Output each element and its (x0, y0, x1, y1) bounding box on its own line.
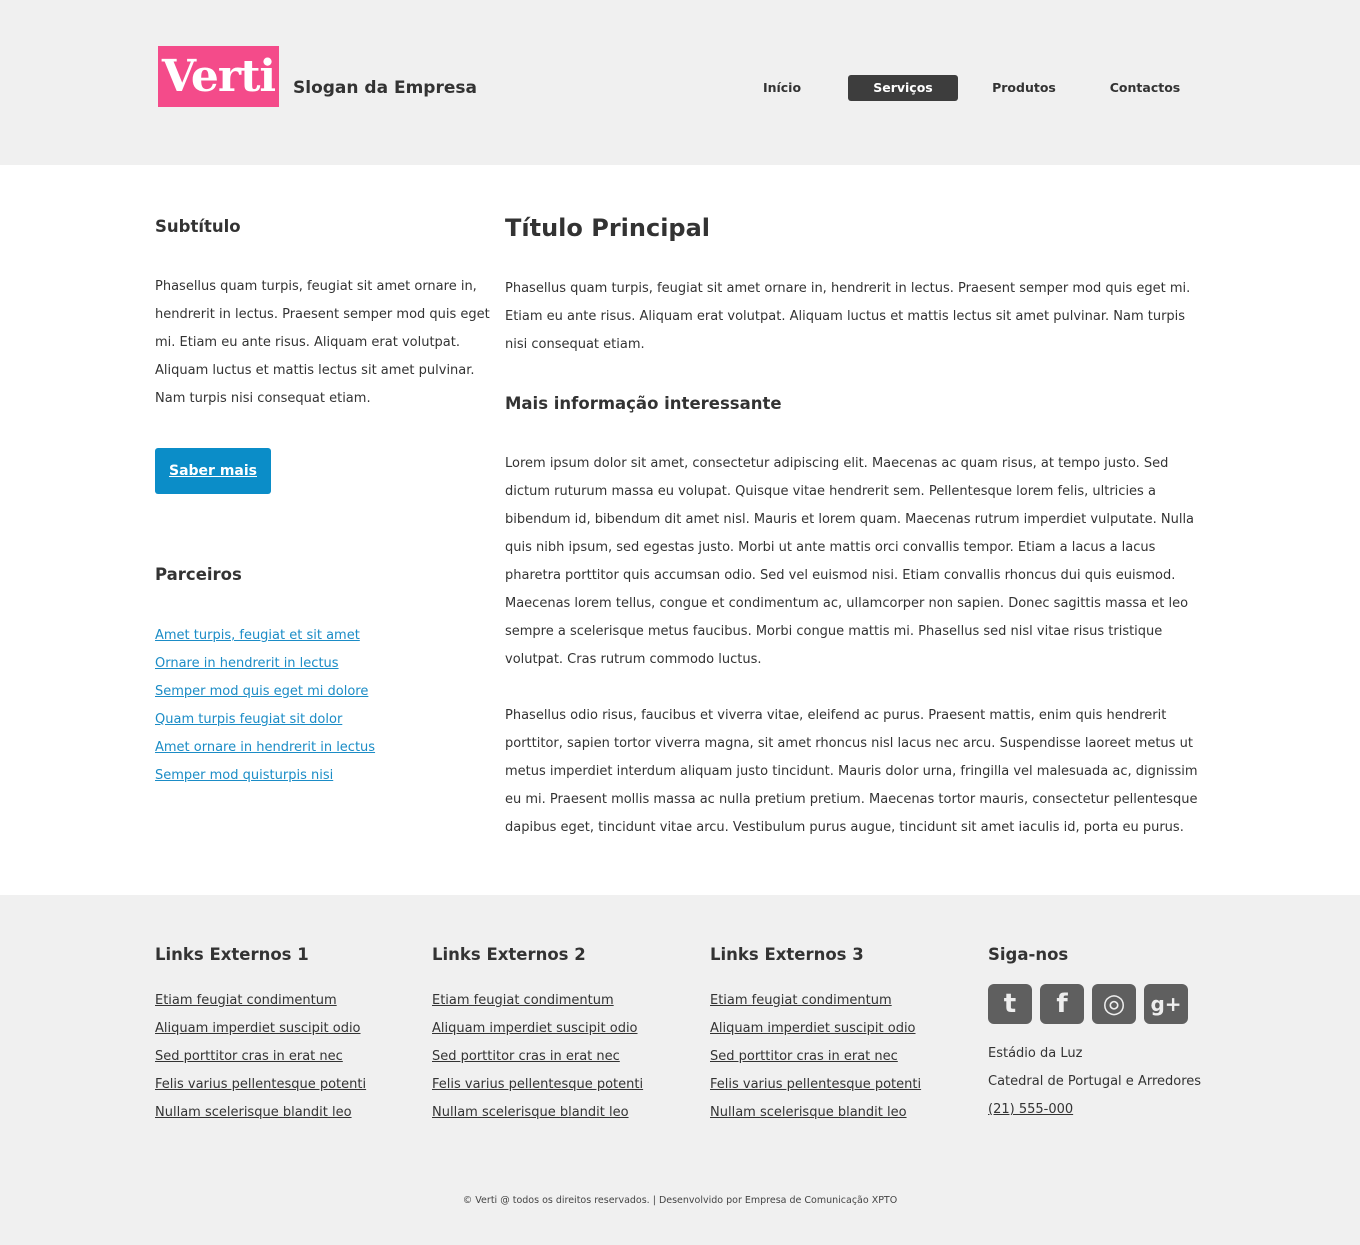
list-item: Quam turpis feugiat sit dolor (155, 706, 495, 734)
social-icons: t f ◎ g+ (988, 984, 1228, 1024)
site-header: Verti Slogan da Empresa Início Serviços … (0, 0, 1360, 165)
list-item: Ornare in hendrerit in lectus (155, 650, 495, 678)
footer-link[interactable]: Felis varius pellentesque potenti (432, 1077, 643, 1092)
main-section: Subtítulo Phasellus quam turpis, feugiat… (0, 165, 1360, 895)
footer-link[interactable]: Etiam feugiat condimentum (710, 993, 892, 1008)
partner-link[interactable]: Amet turpis, feugiat et sit amet (155, 628, 360, 643)
nav-produtos[interactable]: Produtos (969, 75, 1079, 101)
footer-link[interactable]: Sed porttitor cras in erat nec (710, 1049, 898, 1064)
main-nav: Início Serviços Produtos Contactos (727, 75, 1211, 101)
site-footer: Links Externos 1 Etiam feugiat condiment… (0, 895, 1360, 1245)
logo[interactable]: Verti (158, 46, 279, 107)
address-line-2: Catedral de Portugal e Arredores (988, 1074, 1202, 1089)
footer-link[interactable]: Aliquam imperdiet suscipit odio (710, 1021, 916, 1036)
footer-link[interactable]: Nullam scelerisque blandit leo (710, 1105, 907, 1120)
footer-follow: Siga-nos t f ◎ g+ Estádio da Luz Catedra… (988, 945, 1228, 1124)
nav-contactos[interactable]: Contactos (1090, 75, 1200, 101)
footer-link[interactable]: Sed porttitor cras in erat nec (432, 1049, 620, 1064)
twitter-icon[interactable]: t (988, 984, 1032, 1024)
intro-paragraph: Phasellus quam turpis, feugiat sit amet … (505, 281, 1191, 352)
footer-link[interactable]: Etiam feugiat condimentum (155, 993, 337, 1008)
partner-link[interactable]: Ornare in hendrerit in lectus (155, 656, 339, 671)
sidebar-text: Phasellus quam turpis, feugiat sit amet … (155, 279, 490, 406)
partners-list: Amet turpis, feugiat et sit amet Ornare … (155, 622, 495, 790)
section-heading: Mais informação interessante (505, 394, 782, 413)
partner-link[interactable]: Semper mod quisturpis nisi (155, 768, 333, 783)
footer-link[interactable]: Felis varius pellentesque potenti (710, 1077, 921, 1092)
sidebar: Subtítulo Phasellus quam turpis, feugiat… (155, 217, 495, 790)
footer-link[interactable]: Aliquam imperdiet suscipit odio (155, 1021, 361, 1036)
footer-links-1: Links Externos 1 Etiam feugiat condiment… (155, 945, 415, 1127)
page-title: Título Principal (505, 214, 711, 242)
footer-link[interactable]: Etiam feugiat condimentum (432, 993, 614, 1008)
list-item: Semper mod quis eget mi dolore (155, 678, 495, 706)
dribbble-icon[interactable]: ◎ (1092, 984, 1136, 1024)
facebook-icon[interactable]: f (1040, 984, 1084, 1024)
footer-column-title: Links Externos 2 (432, 945, 586, 964)
footer-column-title: Links Externos 3 (710, 945, 864, 964)
copyright: © Verti @ todos os direitos reservados. … (462, 1195, 898, 1206)
footer-link[interactable]: Felis varius pellentesque potenti (155, 1077, 366, 1092)
phone-link[interactable]: (21) 555-000 (988, 1096, 1228, 1124)
list-item: Semper mod quisturpis nisi (155, 762, 495, 790)
address-line-1: Estádio da Luz (988, 1046, 1083, 1061)
address-block: Estádio da Luz Catedral de Portugal e Ar… (988, 1040, 1228, 1124)
nav-inicio[interactable]: Início (727, 75, 837, 101)
main-content: Título Principal Phasellus quam turpis, … (505, 214, 1205, 842)
footer-link[interactable]: Aliquam imperdiet suscipit odio (432, 1021, 638, 1036)
footer-links-3: Links Externos 3 Etiam feugiat condiment… (710, 945, 970, 1127)
body-paragraph: Lorem ipsum dolor sit amet, consectetur … (505, 456, 1195, 667)
partner-link[interactable]: Quam turpis feugiat sit dolor (155, 712, 342, 727)
body-paragraph: Phasellus odio risus, faucibus et viverr… (505, 708, 1198, 835)
footer-link[interactable]: Nullam scelerisque blandit leo (155, 1105, 352, 1120)
footer-links-2: Links Externos 2 Etiam feugiat condiment… (432, 945, 692, 1127)
partner-link[interactable]: Amet ornare in hendrerit in lectus (155, 740, 375, 755)
google-plus-icon[interactable]: g+ (1144, 984, 1188, 1024)
list-item: Amet ornare in hendrerit in lectus (155, 734, 495, 762)
footer-link[interactable]: Nullam scelerisque blandit leo (432, 1105, 629, 1120)
sidebar-subtitle: Subtítulo (155, 217, 241, 236)
partners-title: Parceiros (155, 565, 242, 584)
follow-title: Siga-nos (988, 945, 1069, 964)
learn-more-button[interactable]: Saber mais (155, 448, 271, 494)
footer-column-title: Links Externos 1 (155, 945, 309, 964)
partner-link[interactable]: Semper mod quis eget mi dolore (155, 684, 368, 699)
slogan: Slogan da Empresa (293, 78, 477, 98)
nav-servicos[interactable]: Serviços (848, 75, 958, 101)
footer-link[interactable]: Sed porttitor cras in erat nec (155, 1049, 343, 1064)
list-item: Amet turpis, feugiat et sit amet (155, 622, 495, 650)
